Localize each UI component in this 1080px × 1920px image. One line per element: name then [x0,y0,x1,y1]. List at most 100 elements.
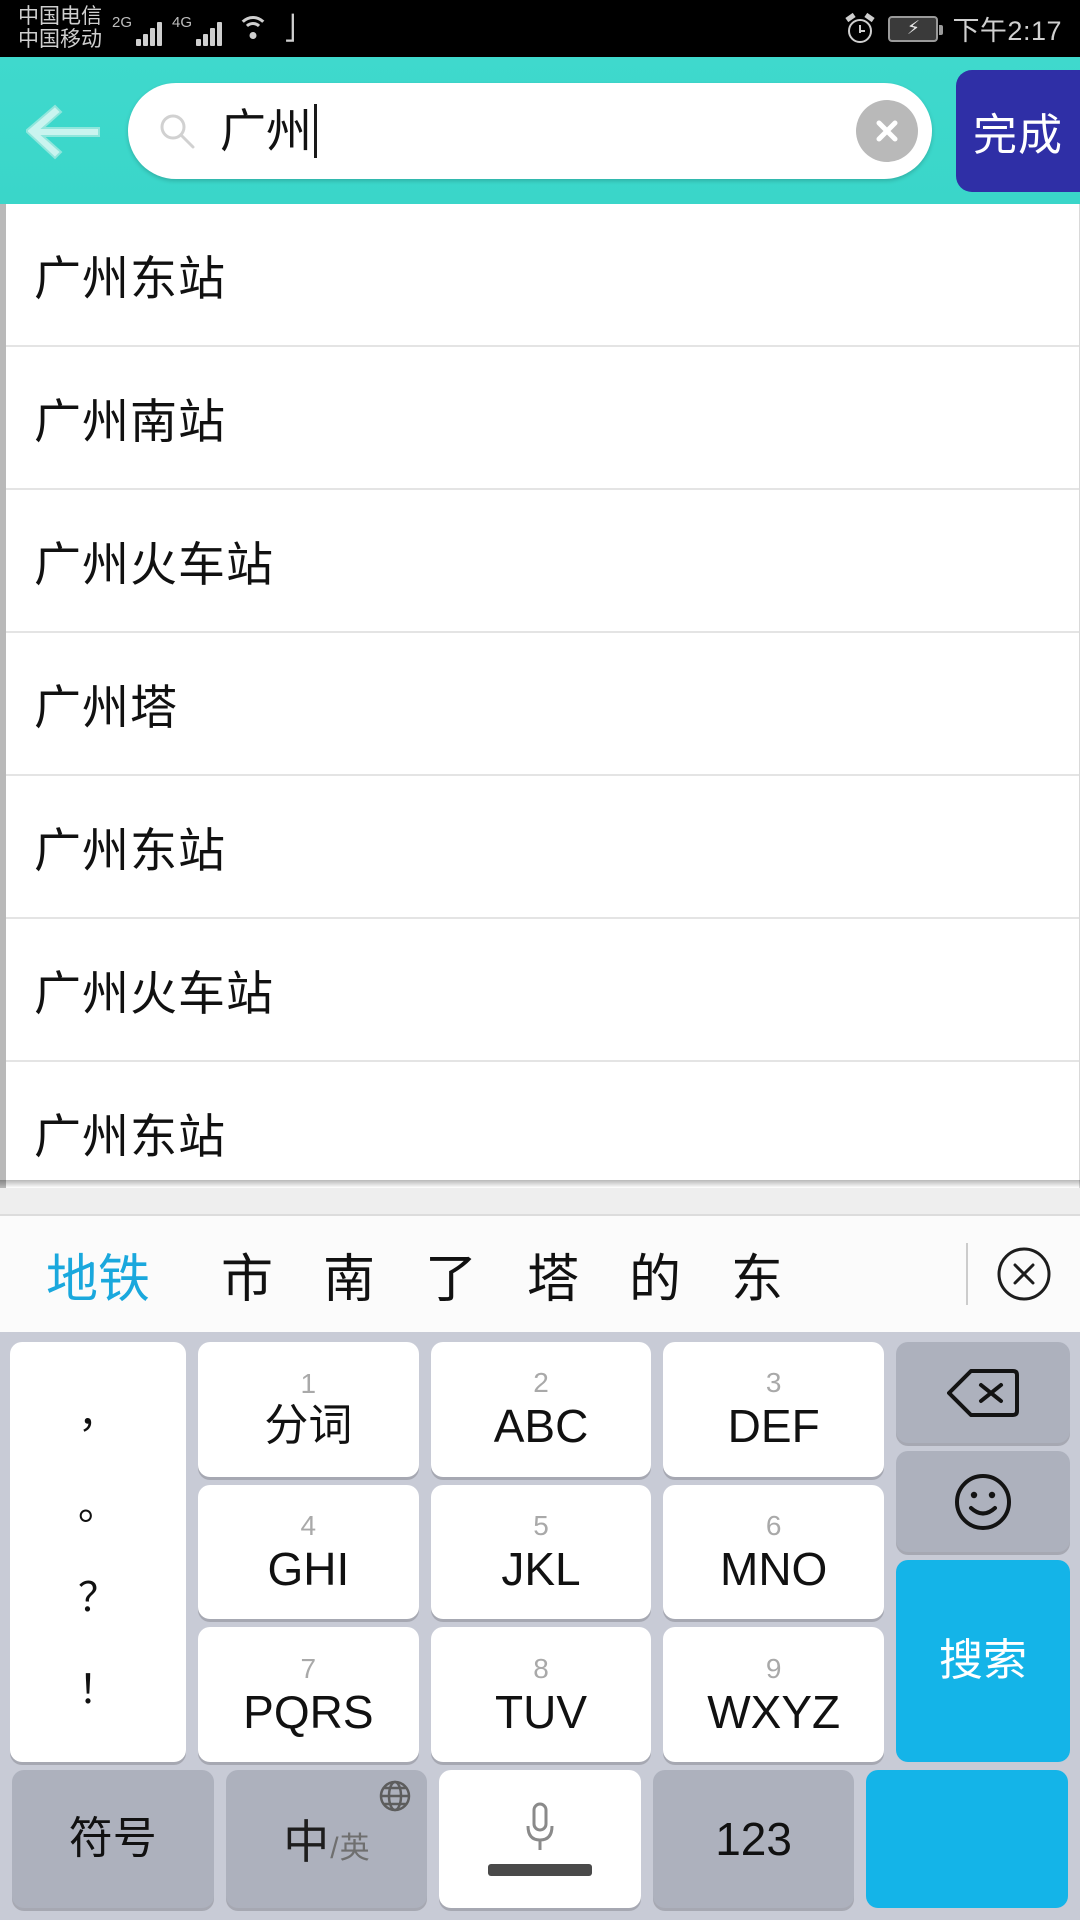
emoji-key[interactable] [896,1451,1070,1552]
text-cursor [314,103,317,158]
signal-bars-secondary [194,20,223,46]
status-right-group: ⚡ 下午2:17 [845,9,1062,48]
keyboard-bottom-row: 符号 中 / 英 123 [6,1766,1074,1912]
suggestion-list[interactable]: 广州东站 广州南站 广州火车站 广州塔 广州东站 广州火车站 广州东站 [0,204,1080,1204]
lang-sub: 英 [339,1832,370,1865]
language-toggle-label: 中 / 英 [283,1806,369,1872]
done-button-label: 完成 [973,110,1063,160]
suggestion-item[interactable]: 广州塔 [6,633,1079,776]
key-3[interactable]: 3 DEF [663,1342,885,1477]
key-9[interactable]: 9 WXYZ [663,1627,885,1763]
language-toggle-key[interactable]: 中 / 英 [225,1770,428,1908]
suggestion-label: 广州东站 [34,1110,226,1163]
carrier-primary: 中国电信 [18,5,102,29]
key-number: 5 [533,1510,549,1541]
key-number: 9 [765,1652,782,1684]
suggestion-item[interactable]: 广州南站 [6,347,1079,490]
key-number: 6 [765,1510,782,1541]
search-header: 广州 完成 [0,57,1080,204]
punct-exclaim: ！ [78,1668,118,1712]
search-key-bottom-extension[interactable] [866,1770,1068,1908]
key-7[interactable]: 7 PQRS [198,1627,419,1763]
lang-slash: / [330,1832,339,1865]
candidate-item[interactable]: 市 [196,1215,298,1333]
keyboard-number-grid: 1 分词 2 ABC 3 DEF 4 GHI 5 JKL 6 MNO 7 PQR… [192,1338,890,1766]
key-label: MNO [720,1543,828,1595]
backspace-key[interactable] [896,1342,1070,1443]
candidate-item[interactable]: 了 [400,1215,502,1333]
keyboard-row: 7 PQRS 8 TUV 9 WXYZ [192,1623,890,1766]
suggestion-label: 广州东站 [34,252,226,305]
candidate-item[interactable]: 南 [298,1215,400,1333]
punct-question: ？ [78,1576,118,1620]
key-label: TUV [495,1685,587,1738]
key-5[interactable]: 5 JKL [430,1484,652,1620]
numbers-key-label: 123 [715,1813,792,1865]
ime-keyboard[interactable]: ， 。 ？ ！ 1 分词 2 ABC 3 DEF 4 GHI 5 JKL 6 M… [0,1332,1080,1920]
key-label: DEF [727,1400,820,1453]
key-8[interactable]: 8 TUV [430,1627,652,1763]
search-input-container[interactable]: 广州 [128,82,932,179]
suggestion-item[interactable]: 广州火车站 [6,919,1079,1062]
punctuation-key[interactable]: ， 。 ？ ！ [10,1342,186,1762]
space-key[interactable] [439,1770,641,1908]
network-type-secondary: 4G [172,13,193,31]
key-label: PQRS [243,1685,374,1738]
close-icon [876,120,898,141]
carrier-labels: 中国电信 中国移动 [18,6,102,50]
key-number: 2 [533,1367,549,1399]
status-bar: 中国电信 中国移动 2G 4G ⎦ ⚡ 下午2:17 [0,0,1080,57]
ime-candidate-bar[interactable]: 地铁 市 南 了 塔 的 东 [0,1214,1080,1332]
key-1[interactable]: 1 分词 [198,1342,419,1477]
signal-group-secondary: 4G [172,12,223,46]
search-key[interactable]: 搜索 [896,1560,1070,1762]
keyboard-row: 1 分词 2 ABC 3 DEF [192,1338,890,1481]
lang-main: 中 [283,1816,330,1868]
key-label: GHI [267,1543,350,1595]
keyboard-row: 4 GHI 5 JKL 6 MNO [192,1481,890,1624]
candidate-close-button[interactable] [968,1215,1080,1333]
keyboard-main-area: ， 。 ？ ！ 1 分词 2 ABC 3 DEF 4 GHI 5 JKL 6 M… [6,1338,1074,1766]
candidate-item[interactable]: 地铁 [0,1215,196,1333]
network-type-primary: 2G [112,13,133,31]
back-button[interactable] [0,57,128,204]
key-2[interactable]: 2 ABC [430,1342,652,1477]
suggestion-label: 广州东站 [34,824,226,877]
candidate-item[interactable]: 的 [604,1215,706,1333]
battery-charging-icon: ⚡ [888,15,944,42]
suggestion-item[interactable]: 广州东站 [6,204,1079,347]
symbols-key[interactable]: 符号 [12,1770,214,1908]
numbers-key[interactable]: 123 [652,1770,855,1908]
candidate-item[interactable]: 东 [706,1215,808,1333]
done-button[interactable]: 完成 [956,69,1080,192]
alarm-icon [845,12,876,43]
space-bar-indicator [487,1864,592,1876]
suggestion-label: 广州火车站 [34,967,274,1020]
close-circle-icon [997,1247,1051,1301]
clear-input-button[interactable] [856,99,918,162]
key-number: 7 [300,1652,317,1684]
list-keyboard-gap [0,1188,1080,1214]
suggestion-item[interactable]: 广州东站 [6,776,1079,919]
key-number: 1 [300,1368,317,1400]
search-key-label: 搜索 [939,1636,1027,1685]
symbols-key-label: 符号 [68,1814,157,1863]
key-label: ABC [493,1400,589,1453]
candidate-item[interactable]: 塔 [502,1215,604,1333]
suggestion-item[interactable]: 广州火车站 [6,490,1079,633]
carrier-secondary: 中国移动 [18,27,102,51]
signal-bars-primary [134,20,163,46]
search-text-wrap: 广州 [220,103,856,158]
punct-period: 。 [78,1484,118,1528]
key-number: 4 [300,1510,317,1541]
back-arrow-icon [26,104,100,159]
suggestion-label: 广州火车站 [34,538,274,591]
punct-comma: ， [78,1392,118,1436]
key-4[interactable]: 4 GHI [198,1484,419,1620]
key-label: WXYZ [707,1685,841,1738]
key-number: 8 [533,1652,549,1684]
backspace-icon [947,1368,1019,1417]
emoji-icon [955,1473,1011,1530]
key-6[interactable]: 6 MNO [663,1484,885,1620]
suggestion-label: 广州塔 [34,681,178,734]
